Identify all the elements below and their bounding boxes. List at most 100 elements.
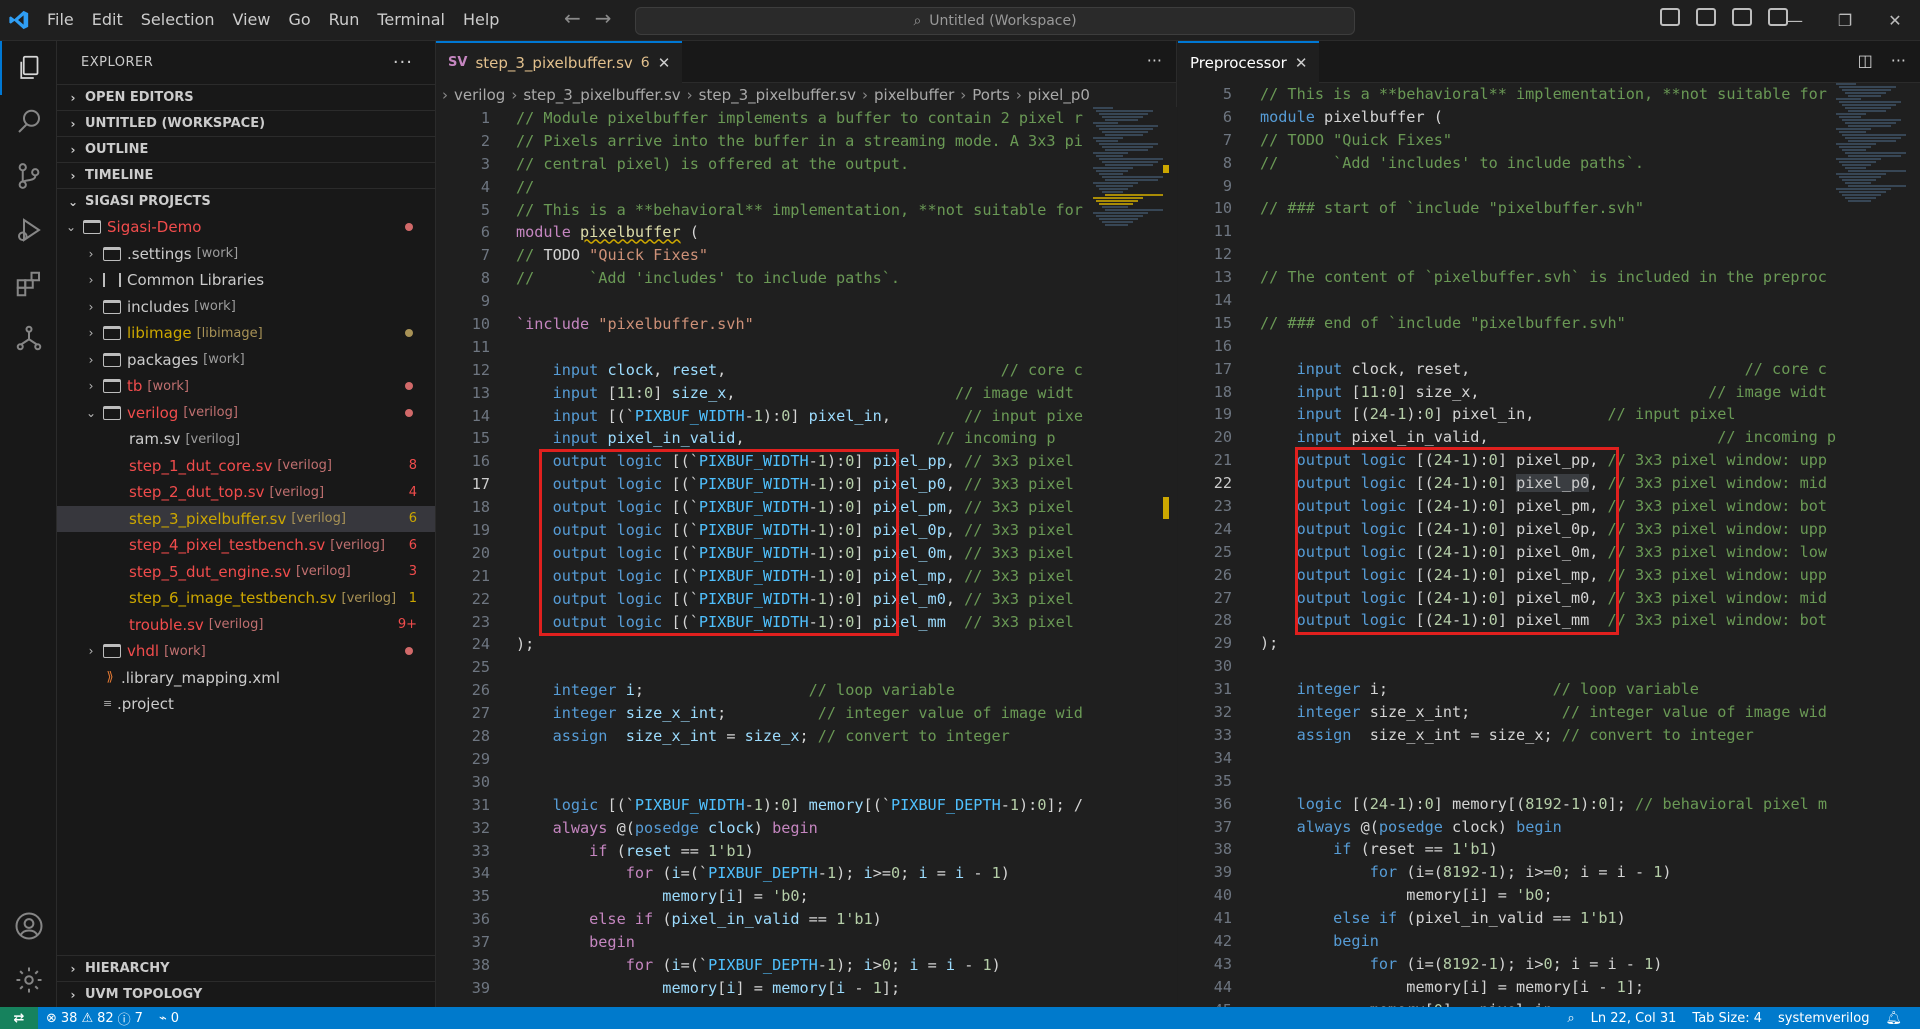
code-line[interactable]: 28 assign size_x_int = size_x; // conver… bbox=[436, 725, 1176, 748]
code-line[interactable]: 29 bbox=[436, 748, 1176, 771]
code-line[interactable]: 18 output logic [(`PIXBUF_WIDTH-1):0] pi… bbox=[436, 496, 1176, 519]
accounts-icon[interactable] bbox=[0, 899, 57, 953]
code-line[interactable]: 40 memory[i] = 'b0; bbox=[1178, 884, 1920, 907]
section-hierarchy[interactable]: › HIERARCHY bbox=[57, 955, 436, 981]
tree-item-project[interactable]: ≡ .project bbox=[57, 691, 435, 718]
code-line[interactable]: 38 if (reset == 1'b1) bbox=[1178, 838, 1920, 861]
restore-icon[interactable]: ❐ bbox=[1820, 0, 1870, 41]
section-uvm-topology[interactable]: › UVM TOPOLOGY bbox=[57, 981, 436, 1007]
code-line[interactable]: 20 output logic [(`PIXBUF_WIDTH-1):0] pi… bbox=[436, 542, 1176, 565]
tab-step-3-pixelbuffer[interactable]: SV step_3_pixelbuffer.sv 6 ✕ bbox=[436, 40, 683, 83]
tree-item-trouble-sv[interactable]: trouble.sv [verilog] 9+ bbox=[57, 612, 435, 639]
code-line[interactable]: 24 output logic [(24-1):0] pixel_0p, // … bbox=[1178, 518, 1920, 541]
settings-gear-icon[interactable] bbox=[0, 953, 57, 1007]
code-line[interactable]: 19 output logic [(`PIXBUF_WIDTH-1):0] pi… bbox=[436, 519, 1176, 542]
code-line[interactable]: 13 // The content of `pixelbuffer.svh` is… bbox=[1178, 266, 1920, 289]
code-editor-right[interactable]: 5 // This is a **behavioral** implementat… bbox=[1178, 83, 1920, 1007]
code-line[interactable]: 7 // TODO "Quick Fixes" bbox=[1178, 129, 1920, 152]
more-actions-icon[interactable]: ··· bbox=[1891, 51, 1906, 70]
code-line[interactable]: 39 for (i=(8192-1); i>=0; i = i - 1) bbox=[1178, 861, 1920, 884]
code-line[interactable]: 31 logic [(`PIXBUF_WIDTH-1):0] memory[(`… bbox=[436, 794, 1176, 817]
section-untitled-workspace[interactable]: › UNTITLED (WORKSPACE) bbox=[57, 110, 435, 136]
code-line[interactable]: 26 integer i; // loop variable bbox=[436, 679, 1176, 702]
code-line[interactable]: 17 input clock, reset, // core c bbox=[1178, 358, 1920, 381]
more-actions-icon[interactable]: ··· bbox=[393, 52, 413, 73]
more-actions-icon[interactable]: ··· bbox=[1147, 51, 1162, 70]
breadcrumb-item-ports[interactable]: Ports bbox=[972, 86, 1010, 104]
code-line[interactable]: 25 bbox=[436, 656, 1176, 679]
close-window-icon[interactable]: ✕ bbox=[1870, 0, 1920, 41]
minimap-right[interactable] bbox=[1836, 83, 1911, 583]
code-line[interactable]: 21 output logic [(`PIXBUF_WIDTH-1):0] pi… bbox=[436, 565, 1176, 588]
code-line[interactable]: 27 integer size_x_int; // integer value … bbox=[436, 702, 1176, 725]
tree-item-common-libraries[interactable]: › Common Libraries bbox=[57, 267, 435, 294]
toggle-secondary-sidebar-icon[interactable] bbox=[1732, 8, 1752, 26]
code-line[interactable]: 10 // ### start of `include "pixelbuffer.… bbox=[1178, 197, 1920, 220]
code-line[interactable]: 15 input pixel_in_valid, // incoming p bbox=[436, 427, 1176, 450]
scrollbar-right[interactable] bbox=[1906, 83, 1920, 1007]
menu-go[interactable]: Go bbox=[279, 5, 319, 35]
tree-item-libimage[interactable]: › libimage [libimage] bbox=[57, 320, 435, 347]
tree-item-step-2-dut-top-sv[interactable]: step_2_dut_top.sv [verilog] 4 bbox=[57, 479, 435, 506]
code-line[interactable]: 35 memory[i] = 'b0; bbox=[436, 885, 1176, 908]
code-line[interactable]: 29); bbox=[1178, 632, 1920, 655]
code-line[interactable]: 34 bbox=[1178, 747, 1920, 770]
section-sigasi-projects[interactable]: ⌄ SIGASI PROJECTS bbox=[57, 188, 435, 214]
code-line[interactable]: 30 bbox=[1178, 655, 1920, 678]
code-line[interactable]: 22 output logic [(24-1):0] pixel_p0, // … bbox=[1178, 472, 1920, 495]
breadcrumb-item-step-3-pixelbuffer-sv[interactable]: step_3_pixelbuffer.sv bbox=[699, 86, 856, 104]
tree-item-verilog[interactable]: ⌄ verilog [verilog] bbox=[57, 400, 435, 427]
minimap-left[interactable] bbox=[1093, 107, 1168, 607]
code-line[interactable]: 1 // Module pixelbuffer implements a buff… bbox=[436, 107, 1176, 130]
code-editor-left[interactable]: 1 // Module pixelbuffer implements a buff… bbox=[436, 107, 1176, 1007]
toggle-panel-icon[interactable] bbox=[1696, 8, 1716, 26]
sigasi-hierarchy-icon[interactable] bbox=[0, 311, 57, 365]
code-line[interactable]: 20 input pixel_in_valid, // incoming p bbox=[1178, 426, 1920, 449]
menu-view[interactable]: View bbox=[224, 5, 280, 35]
code-line[interactable]: 4 // bbox=[436, 176, 1176, 199]
code-line[interactable]: 30 bbox=[436, 771, 1176, 794]
section-timeline[interactable]: › TIMELINE bbox=[57, 162, 435, 188]
forward-arrow-icon[interactable]: → bbox=[595, 6, 612, 30]
breadcrumb-item-step-3-pixelbuffer-sv[interactable]: step_3_pixelbuffer.sv bbox=[523, 86, 680, 104]
code-line[interactable]: 2 // Pixels arrive into the buffer in a s… bbox=[436, 130, 1176, 153]
notifications-bell-icon[interactable]: 🔔︎ bbox=[1877, 1011, 1910, 1026]
code-line[interactable]: 38 for (i=(`PIXBUF_DEPTH-1); i>0; i = i … bbox=[436, 954, 1176, 977]
code-line[interactable]: 41 else if (pixel_in_valid == 1'b1) bbox=[1178, 907, 1920, 930]
close-tab-icon[interactable]: ✕ bbox=[658, 54, 671, 72]
code-line[interactable]: 11 bbox=[1178, 220, 1920, 243]
extensions-icon[interactable] bbox=[0, 257, 57, 311]
tree-item-step-4-pixel-testbench-sv[interactable]: step_4_pixel_testbench.sv [verilog] 6 bbox=[57, 532, 435, 559]
code-line[interactable]: 12 bbox=[1178, 243, 1920, 266]
section-open-editors[interactable]: › OPEN EDITORS bbox=[57, 84, 435, 110]
code-line[interactable]: 28 output logic [(24-1):0] pixel_mm // 3… bbox=[1178, 609, 1920, 632]
scrollbar-left[interactable] bbox=[1163, 107, 1177, 1007]
menu-help[interactable]: Help bbox=[454, 5, 508, 35]
menu-run[interactable]: Run bbox=[320, 5, 369, 35]
menu-terminal[interactable]: Terminal bbox=[368, 5, 454, 35]
tree-item-sigasi-demo[interactable]: ⌄ Sigasi-Demo bbox=[57, 214, 435, 241]
cursor-position[interactable]: Ln 22, Col 31 bbox=[1583, 1011, 1685, 1026]
code-line[interactable]: 5 // This is a **behavioral** implementat… bbox=[1178, 83, 1920, 106]
code-line[interactable]: 16 bbox=[1178, 335, 1920, 358]
code-line[interactable]: 25 output logic [(24-1):0] pixel_0m, // … bbox=[1178, 541, 1920, 564]
code-line[interactable]: 8 // `Add 'includes' to include paths`. bbox=[1178, 152, 1920, 175]
tree-item-settings[interactable]: › .settings [work] bbox=[57, 241, 435, 268]
menu-edit[interactable]: Edit bbox=[83, 5, 132, 35]
language-mode[interactable]: systemverilog bbox=[1770, 1011, 1877, 1026]
tree-item-vhdl[interactable]: › vhdl [work] bbox=[57, 638, 435, 665]
code-line[interactable]: 16 output logic [(`PIXBUF_WIDTH-1):0] pi… bbox=[436, 450, 1176, 473]
close-tab-icon[interactable]: ✕ bbox=[1295, 54, 1308, 72]
tree-item-step-5-dut-engine-sv[interactable]: step_5_dut_engine.sv [verilog] 3 bbox=[57, 559, 435, 586]
code-line[interactable]: 27 output logic [(24-1):0] pixel_m0, // … bbox=[1178, 587, 1920, 610]
code-line[interactable]: 22 output logic [(`PIXBUF_WIDTH-1):0] pi… bbox=[436, 588, 1176, 611]
problems-summary[interactable]: ⊗ 38 ⚠ 82 ⓘ 7 bbox=[38, 1009, 151, 1028]
tree-item-includes[interactable]: › includes [work] bbox=[57, 294, 435, 321]
minimize-icon[interactable]: — bbox=[1770, 0, 1820, 41]
tab-size[interactable]: Tab Size: 4 bbox=[1684, 1011, 1770, 1026]
back-arrow-icon[interactable]: ← bbox=[564, 6, 581, 30]
code-line[interactable]: 11 bbox=[436, 336, 1176, 359]
code-line[interactable]: 8 // `Add 'includes' to include paths`. bbox=[436, 267, 1176, 290]
code-line[interactable]: 19 input [(24-1):0] pixel_in, // input p… bbox=[1178, 403, 1920, 426]
code-line[interactable]: 26 output logic [(24-1):0] pixel_mp, // … bbox=[1178, 564, 1920, 587]
